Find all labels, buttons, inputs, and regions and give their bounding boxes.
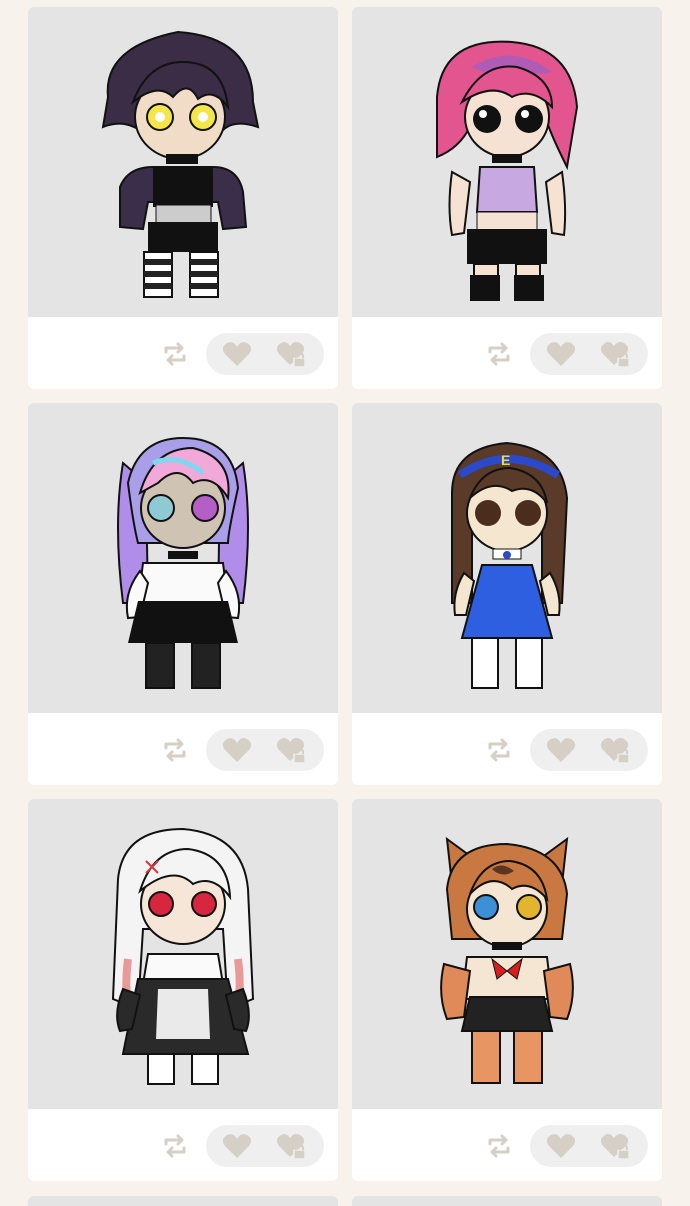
repost-icon[interactable] <box>484 339 514 369</box>
heart-icon[interactable] <box>546 341 576 367</box>
gallery-card-partial[interactable] <box>352 1196 662 1206</box>
gallery-card[interactable]: E <box>352 403 662 785</box>
gallery-card[interactable] <box>352 799 662 1181</box>
heart-lock-icon[interactable] <box>600 737 632 765</box>
character-drawing-pastel-twintails <box>117 436 249 689</box>
card-actions <box>352 713 662 785</box>
heart-icon[interactable] <box>222 1133 252 1159</box>
gallery-card-partial[interactable] <box>28 1196 338 1206</box>
heart-lock-icon[interactable] <box>276 1133 308 1161</box>
repost-icon[interactable] <box>160 735 190 765</box>
reaction-pill <box>206 1125 324 1167</box>
card-actions <box>352 1109 662 1181</box>
headband-letter: E <box>501 452 510 468</box>
character-drawing-purple-hoodie <box>101 30 260 298</box>
heart-lock-icon[interactable] <box>276 341 308 369</box>
heart-lock-icon[interactable] <box>600 341 632 369</box>
card-actions <box>28 317 338 389</box>
character-artwork[interactable] <box>352 7 662 317</box>
heart-icon[interactable] <box>222 341 252 367</box>
character-artwork[interactable]: E <box>352 403 662 713</box>
heart-icon[interactable] <box>222 737 252 763</box>
repost-icon[interactable] <box>160 1131 190 1161</box>
character-drawing-cat-ear <box>440 836 574 1084</box>
reaction-pill <box>206 333 324 375</box>
character-artwork[interactable] <box>28 799 338 1109</box>
reaction-pill <box>530 1125 648 1167</box>
reaction-pill <box>530 729 648 771</box>
repost-icon[interactable] <box>484 735 514 765</box>
gallery-card[interactable] <box>28 799 338 1181</box>
card-actions <box>28 1109 338 1181</box>
card-actions <box>28 713 338 785</box>
heart-lock-icon[interactable] <box>600 1133 632 1161</box>
character-artwork[interactable] <box>28 403 338 713</box>
heart-icon[interactable] <box>546 1133 576 1159</box>
gallery-card[interactable] <box>28 7 338 389</box>
character-drawing-blue-dress: E <box>451 441 569 689</box>
character-drawing-pink-hair <box>436 40 579 301</box>
repost-icon[interactable] <box>484 1131 514 1161</box>
repost-icon[interactable] <box>160 339 190 369</box>
gallery-card[interactable] <box>28 403 338 785</box>
heart-lock-icon[interactable] <box>276 737 308 765</box>
gallery-card[interactable] <box>352 7 662 389</box>
reaction-pill <box>530 333 648 375</box>
card-actions <box>352 317 662 389</box>
character-artwork[interactable] <box>28 7 338 317</box>
character-drawing-white-hair-gothic <box>111 827 255 1085</box>
heart-icon[interactable] <box>546 737 576 763</box>
reaction-pill <box>206 729 324 771</box>
gallery-grid: E <box>0 0 690 1206</box>
character-artwork[interactable] <box>352 799 662 1109</box>
